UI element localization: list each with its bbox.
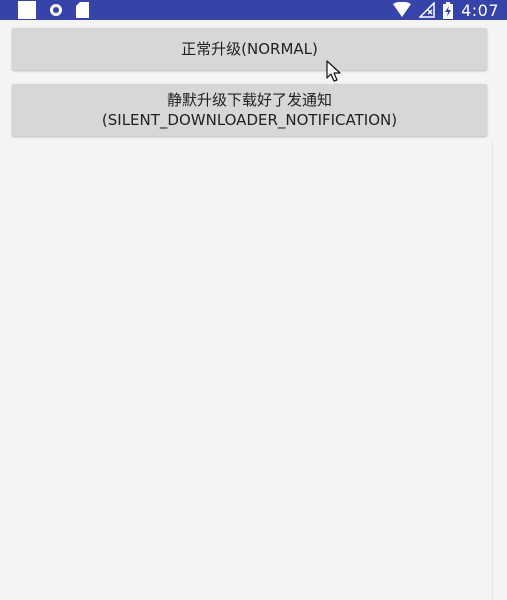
status-bar-left-icons	[18, 0, 89, 20]
status-bar-right-icons: 4:07	[393, 0, 499, 20]
content-edge-divider	[492, 140, 493, 600]
normal-upgrade-button[interactable]: 正常升级(NORMAL)	[12, 28, 487, 70]
battery-charging-icon	[443, 1, 454, 19]
sync-circle-icon	[50, 4, 62, 16]
silent-upgrade-label-line1: 静默升级下载好了发通知	[166, 91, 332, 109]
status-time: 4:07	[461, 0, 499, 20]
mouse-pointer-icon	[326, 60, 341, 82]
silent-upgrade-label-line2: (SILENT_DOWNLOADER_NOTIFICATION)	[101, 111, 398, 129]
sd-card-icon	[76, 2, 89, 18]
app-screen: 4:07 正常升级(NORMAL) 静默升级下载好了发通知 (SILENT_DO…	[0, 0, 507, 600]
no-signal-icon	[419, 2, 435, 18]
normal-upgrade-label: 正常升级(NORMAL)	[181, 40, 318, 58]
status-bar: 4:07	[0, 0, 507, 20]
wifi-icon	[393, 2, 412, 17]
notification-square-icon	[18, 1, 36, 19]
silent-download-notification-button[interactable]: 静默升级下载好了发通知 (SILENT_DOWNLOADER_NOTIFICAT…	[12, 84, 487, 136]
